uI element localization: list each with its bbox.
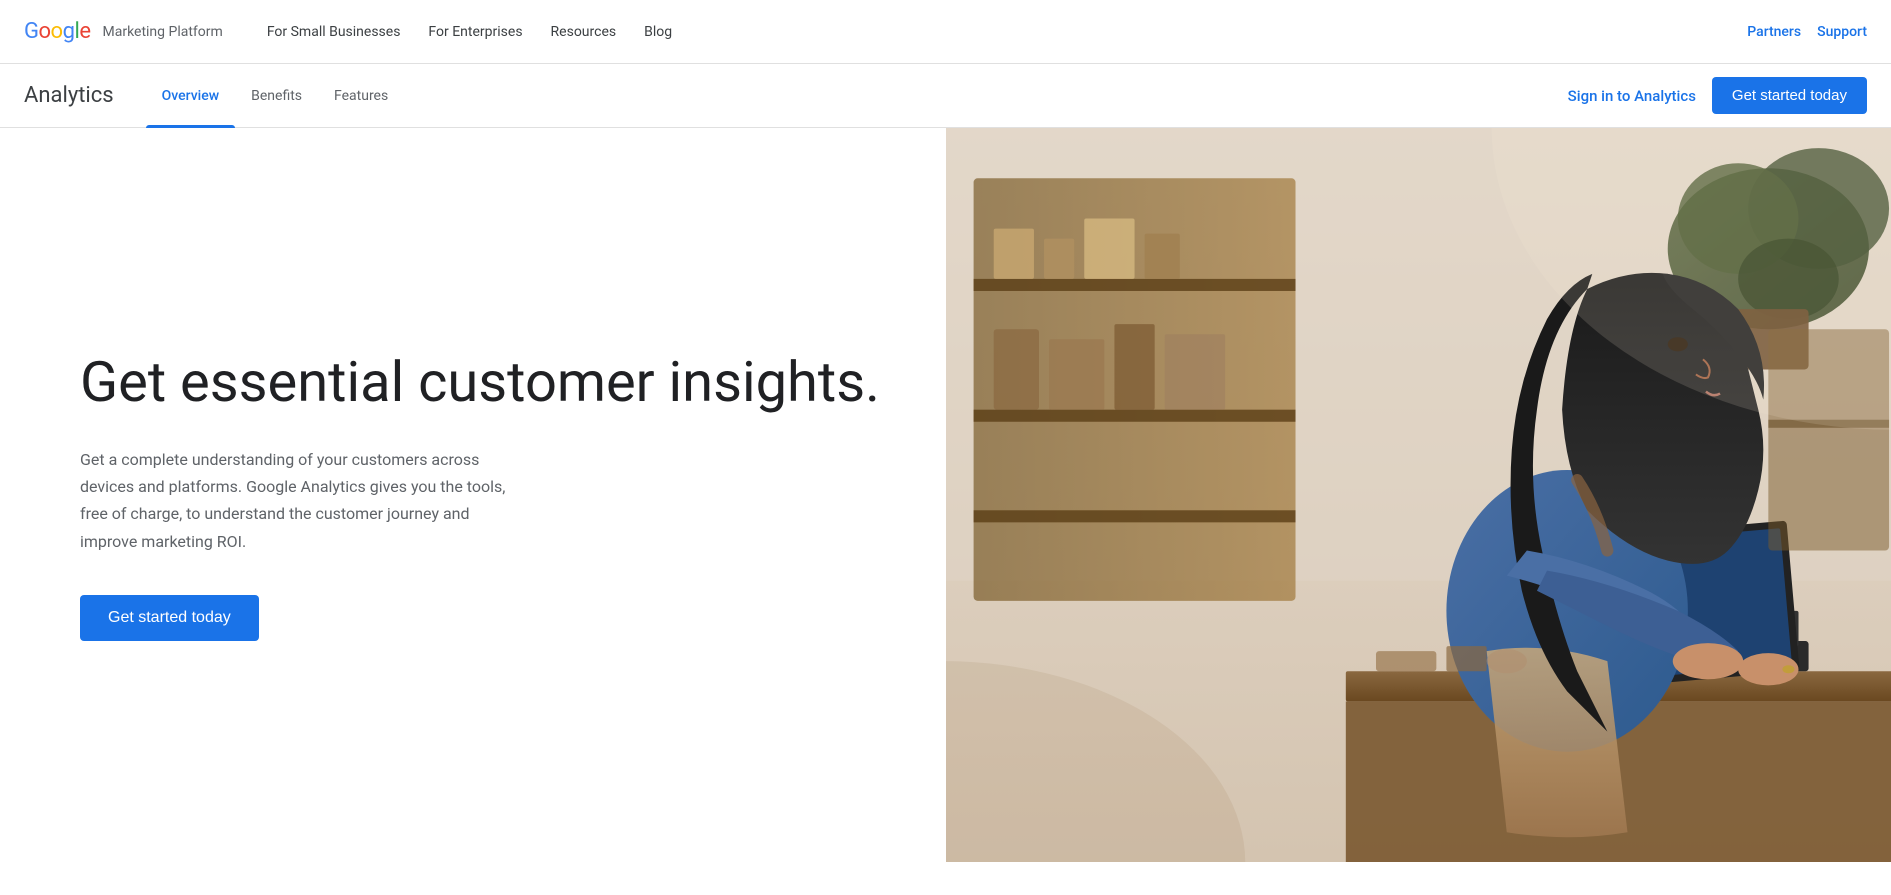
hero-heading: Get essential customer insights. [80,350,886,414]
top-nav-links: For Small Businesses For Enterprises Res… [255,16,1747,48]
get-started-hero-button[interactable]: Get started today [80,595,259,641]
hero-right [946,128,1891,862]
sign-in-link[interactable]: Sign in to Analytics [1568,87,1696,105]
nav-support[interactable]: Support [1817,24,1867,40]
nav-partners[interactable]: Partners [1747,24,1801,40]
secondary-nav-right: Sign in to Analytics Get started today [1568,77,1867,114]
analytics-title: Analytics [24,83,114,108]
nav-blog[interactable]: Blog [632,16,684,48]
top-nav: Google Marketing Platform For Small Busi… [0,0,1891,64]
nav-resources[interactable]: Resources [539,16,629,48]
hero-description: Get a complete understanding of your cus… [80,446,520,555]
nav-small-businesses[interactable]: For Small Businesses [255,16,413,48]
top-nav-right: Partners Support [1747,24,1867,40]
hero-left: Get essential customer insights. Get a c… [0,128,946,862]
nav-enterprises[interactable]: For Enterprises [416,16,534,48]
tab-features[interactable]: Features [318,64,404,128]
secondary-nav-tabs: Overview Benefits Features [146,64,1568,128]
get-started-header-button[interactable]: Get started today [1712,77,1867,114]
logo-platform-text: Marketing Platform [102,24,222,40]
secondary-nav: Analytics Overview Benefits Features Sig… [0,64,1891,128]
hero-section: Get essential customer insights. Get a c… [0,128,1891,862]
tab-overview[interactable]: Overview [146,64,235,128]
logo-area: Google Marketing Platform [24,19,223,44]
google-logo[interactable]: Google [24,19,90,44]
hero-image [946,128,1891,862]
tab-benefits[interactable]: Benefits [235,64,318,128]
